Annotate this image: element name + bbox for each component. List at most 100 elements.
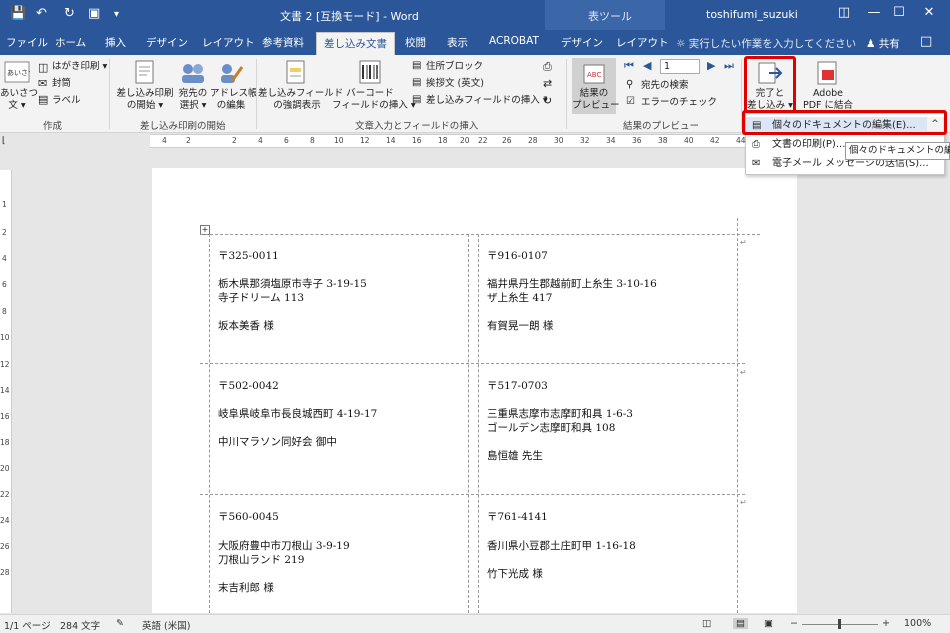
select-recipients-button[interactable]: 宛先の <box>173 88 213 100</box>
insert-field-button[interactable]: 差し込みフィールドの挿入 ▾ <box>426 95 548 107</box>
zoom-level[interactable]: 100% <box>904 618 931 629</box>
ruler-number: 28 <box>528 136 538 145</box>
label-zip: 〒325-0011 <box>218 250 279 262</box>
title-bar: 💾 ↶ ↻ ▣ ▾ 文書 2 [互換モード] - Word 表ツール toshi… <box>0 0 950 30</box>
label-address-1: 大阪府豊中市刀根山 3-9-19 <box>218 540 350 552</box>
aisatsu-dropdown[interactable]: 文 ▾ <box>0 100 34 112</box>
record-number-input[interactable]: 1 <box>660 59 700 74</box>
ruler-number: 2 <box>2 228 7 237</box>
minimize-icon[interactable]: — <box>864 5 884 20</box>
ruler-number: 10 <box>0 333 10 342</box>
close-icon[interactable]: ✕ <box>919 5 939 20</box>
highlight-fields-button-2[interactable]: の強調表示 <box>258 100 336 112</box>
preview-results-icon: ABC <box>583 64 605 84</box>
ruler-number: 14 <box>0 386 10 395</box>
edit-recipients-button-2[interactable]: の編集 <box>210 100 252 112</box>
ruler-number: 30 <box>554 136 564 145</box>
svg-text:ABC: ABC <box>587 71 601 79</box>
comments-icon[interactable]: □ <box>920 34 932 49</box>
start-merge-icon <box>135 60 154 84</box>
label-name: 有賀晃一朗 様 <box>487 320 554 332</box>
preview-results-button-2[interactable]: プレビュー <box>572 100 620 112</box>
barcode-button-2[interactable]: フィールドの挿入 ▾ <box>332 100 416 112</box>
ruler-number: 8 <box>310 136 315 145</box>
next-record-icon[interactable]: ▶ <box>707 59 715 72</box>
ruler-number: 18 <box>0 438 10 447</box>
language[interactable]: 英語 (米国) <box>142 618 190 632</box>
last-record-icon[interactable]: ⏭ <box>724 59 734 73</box>
horizontal-ruler[interactable]: 4 2 2 4 6 8 10 12 14 16 18 20 22 26 28 3… <box>150 134 800 148</box>
redo-icon[interactable]: ↻ <box>64 6 75 21</box>
label-address-2: 刀根山ランド 219 <box>218 554 305 566</box>
customize-qat-icon[interactable]: ▾ <box>114 9 119 20</box>
label-button[interactable]: ラベル <box>52 95 81 107</box>
label-zip: 〒517-0703 <box>487 380 548 392</box>
finish-merge-highlight <box>744 56 796 114</box>
first-record-icon[interactable]: ⏮ <box>624 59 634 73</box>
tab-layout[interactable]: レイアウト <box>202 35 255 50</box>
aisatsu-label[interactable]: あいさつ <box>0 88 38 100</box>
save-icon[interactable]: 💾 <box>10 6 26 21</box>
tab-selector-icon[interactable]: ⌊ <box>2 136 6 146</box>
edit-recipients-button[interactable]: アドレス帳 <box>210 88 258 100</box>
document-page[interactable]: + 〒325-0011 栃木県那須塩原市寺子 3-19-15 寺子ドリーム 11… <box>152 168 797 613</box>
tab-acrobat[interactable]: ACROBAT <box>489 35 539 47</box>
print-preview-icon[interactable]: ▣ <box>88 6 100 21</box>
postcard-print-button[interactable]: はがき印刷 ▾ <box>52 61 107 73</box>
page-count[interactable]: 1/1 ページ <box>4 618 51 632</box>
select-recipients-icon <box>182 64 204 83</box>
tab-references[interactable]: 参考資料 <box>262 35 304 50</box>
ruler-number: 22 <box>478 136 488 145</box>
greeting-button[interactable]: 挨拶文 (英文) <box>426 78 484 90</box>
adobe-merge-button[interactable]: Adobe <box>800 88 856 100</box>
ruler-number: 4 <box>2 254 7 263</box>
tab-home[interactable]: ホーム <box>55 35 86 50</box>
ruler-number: 26 <box>502 136 512 145</box>
check-errors-button[interactable]: エラーのチェック <box>641 97 717 109</box>
ruler-number: 40 <box>684 136 694 145</box>
tab-table-design[interactable]: デザイン <box>561 35 603 50</box>
share-button[interactable]: ♟ 共有 <box>866 36 900 51</box>
read-mode-icon[interactable]: ◫ <box>702 618 711 629</box>
proofing-icon[interactable]: ✎ <box>116 618 124 629</box>
select-recipients-button-2[interactable]: 選択 ▾ <box>173 100 213 112</box>
envelope-button[interactable]: 封筒 <box>52 78 71 90</box>
start-merge-button-2[interactable]: の開始 ▾ <box>113 100 177 112</box>
highlight-fields-button[interactable]: 差し込みフィールド <box>258 88 343 100</box>
user-name[interactable]: toshifumi_suzuki <box>706 8 798 21</box>
start-merge-button[interactable]: 差し込み印刷 <box>113 88 177 100</box>
barcode-button[interactable]: バーコード <box>332 88 408 100</box>
tab-view[interactable]: 表示 <box>447 35 468 50</box>
zoom-out-icon[interactable]: − <box>790 618 798 629</box>
ruler-number: 36 <box>632 136 642 145</box>
tab-table-layout[interactable]: レイアウト <box>616 35 669 50</box>
update-labels-icon[interactable]: ↻ <box>543 94 552 107</box>
ribbon-display-icon[interactable]: ◫ <box>834 5 854 20</box>
barcode-icon <box>359 60 381 84</box>
lightbulb-icon: ☼ <box>676 38 689 50</box>
previous-record-icon[interactable]: ◀ <box>643 59 651 72</box>
rules-icon[interactable]: ⎙ <box>543 60 552 74</box>
preview-results-button[interactable]: 結果の <box>572 88 616 100</box>
tab-insert[interactable]: 挿入 <box>105 35 126 50</box>
tell-me-box[interactable]: ☼ 実行したい作業を入力してください <box>676 36 856 51</box>
greeting-icon: ▤ <box>412 77 422 88</box>
print-layout-icon[interactable]: ▤ <box>733 618 748 629</box>
vertical-ruler[interactable]: 1 2 4 6 8 10 12 14 16 18 20 22 24 26 28 <box>0 170 12 613</box>
sample-document-icon[interactable]: あいさつ <box>4 61 30 83</box>
zoom-in-icon[interactable]: + <box>882 618 890 629</box>
find-recipient-button[interactable]: 宛先の検索 <box>641 80 689 92</box>
address-block-button[interactable]: 住所ブロック <box>426 61 483 73</box>
maximize-icon[interactable]: ☐ <box>889 5 909 20</box>
tab-review[interactable]: 校閲 <box>405 35 426 50</box>
tab-design[interactable]: デザイン <box>146 35 188 50</box>
match-fields-icon[interactable]: ⇄ <box>543 77 552 90</box>
word-count[interactable]: 284 文字 <box>60 618 100 632</box>
tab-mailings[interactable]: 差し込み文書 <box>316 32 395 55</box>
tab-file[interactable]: ファイル <box>6 35 48 50</box>
table-border <box>200 234 760 235</box>
web-layout-icon[interactable]: ▣ <box>764 618 773 629</box>
svg-text:あいさつ: あいさつ <box>7 69 30 77</box>
zoom-slider-thumb[interactable] <box>838 619 841 629</box>
undo-icon[interactable]: ↶ <box>36 6 47 21</box>
